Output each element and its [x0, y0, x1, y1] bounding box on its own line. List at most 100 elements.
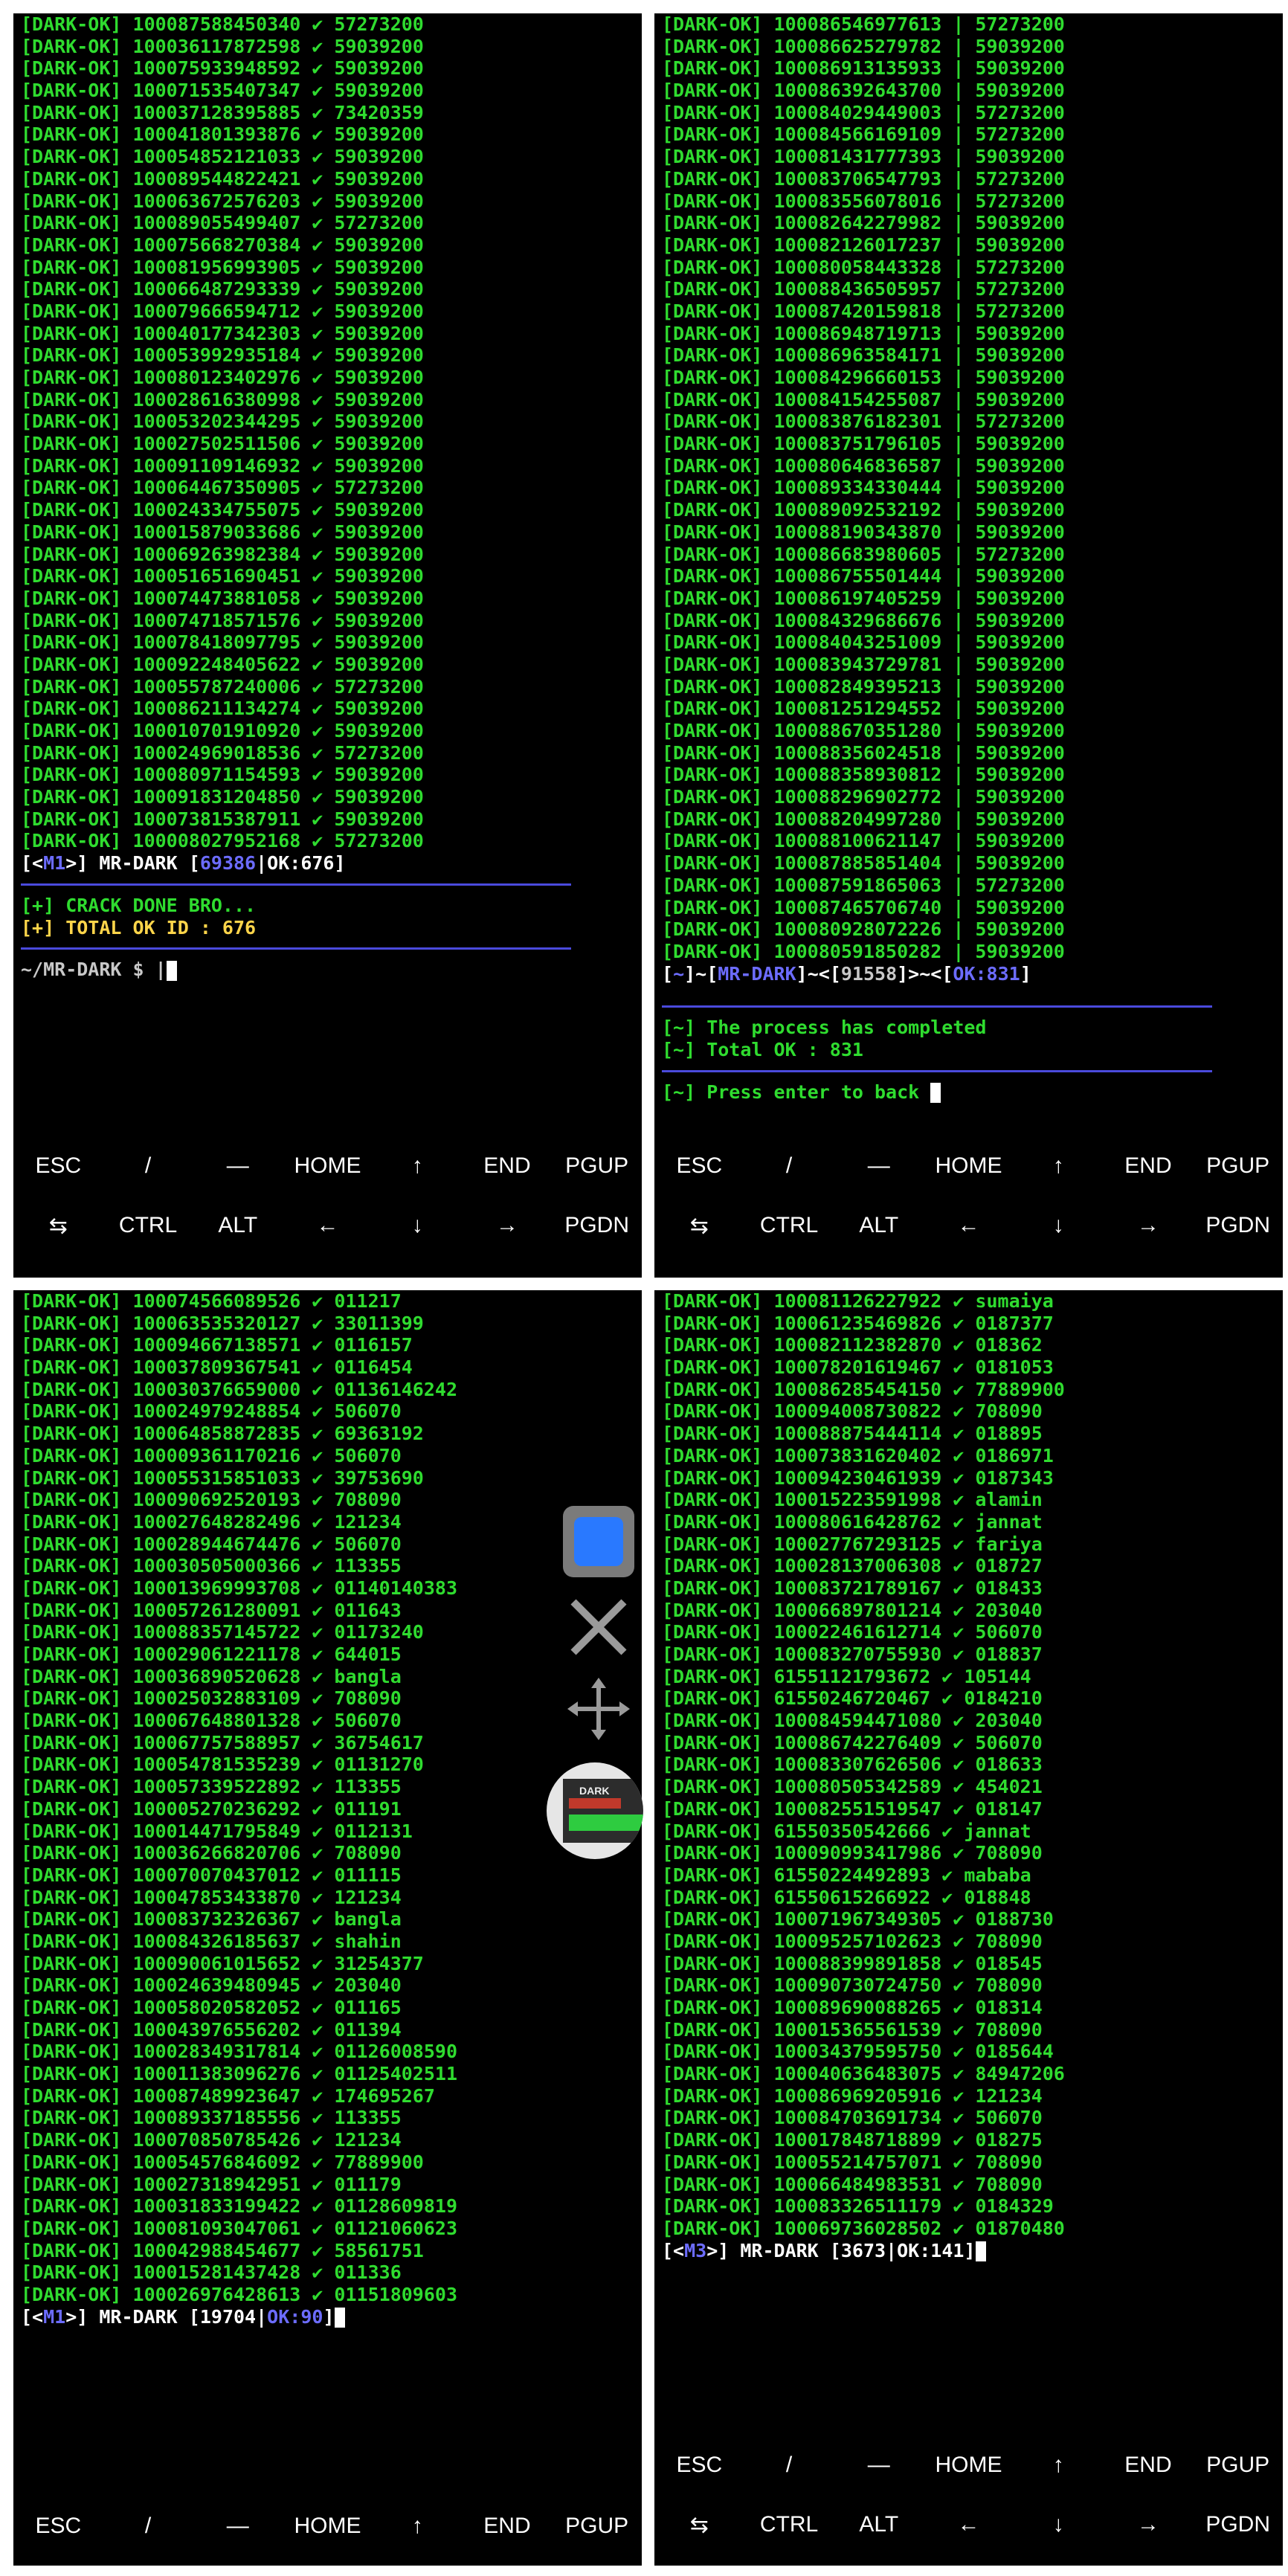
status-pipe: |	[256, 852, 268, 875]
key-symbol[interactable]: →	[1104, 1213, 1194, 1238]
cursor	[334, 2308, 345, 2328]
key-symbol[interactable]: /	[744, 2453, 834, 2478]
key-symbol[interactable]: ↑	[1014, 1153, 1104, 1179]
key-home[interactable]: HOME	[924, 2453, 1014, 2478]
move-icon[interactable]	[563, 1673, 634, 1745]
key-home[interactable]: HOME	[924, 1153, 1014, 1179]
log-line: [DARK-OK] 100037128395885 ✔ 73420359	[21, 101, 424, 123]
terminal-window-1[interactable]: [DARK-OK] 100087588450340 ✔ 57273200 [DAR…	[13, 13, 642, 1278]
key-ctrl[interactable]: CTRL	[103, 1213, 193, 1238]
key-symbol[interactable]: →	[463, 1213, 553, 1238]
key-end[interactable]: END	[463, 2514, 553, 2539]
log-line: [DARK-OK] 100083732326367 ✔ bangla	[21, 1908, 402, 1931]
key-symbol[interactable]: —	[193, 2514, 283, 2539]
key-symbol[interactable]: ←	[924, 1213, 1014, 1238]
key-symbol[interactable]: /	[103, 2514, 193, 2539]
log-line: [DARK-OK] 100092248405622 ✔ 59039200	[21, 653, 424, 675]
log-line: [DARK-OK] 100084029449003 | 57273200	[662, 101, 1065, 123]
log-line: [DARK-OK] 61550615266922 ✔ 018848	[662, 1886, 1031, 1908]
log-line: [DARK-OK] 100084043251009 | 59039200	[662, 631, 1065, 654]
key-end[interactable]: END	[463, 1153, 553, 1179]
log-line: [DARK-OK] 100066484983531 ✔ 708090	[662, 2173, 1043, 2195]
key-pgdn[interactable]: PGDN	[552, 1213, 642, 1238]
log-line: [DARK-OK] 100027502511506 ✔ 59039200	[21, 433, 424, 455]
key-alt[interactable]: ALT	[193, 1213, 283, 1238]
press-enter-prompt[interactable]: [~] Press enter to back	[662, 1081, 1283, 1104]
key-esc[interactable]: ESC	[13, 2514, 103, 2539]
key-esc[interactable]: ESC	[654, 2453, 744, 2478]
key-pgdn[interactable]: PGDN	[1193, 1213, 1283, 1238]
key-pgdn[interactable]: PGDN	[1193, 2512, 1283, 2537]
log-line: [DARK-OK] 100058020582052 ✔ 011165	[21, 1997, 402, 2018]
key-ctrl[interactable]: CTRL	[744, 1213, 834, 1238]
key-symbol[interactable]: /	[103, 1153, 193, 1179]
terminal-window-2[interactable]: [DARK-OK] 100086546977613 | 57273200 [DAR…	[654, 13, 1283, 1278]
key-pgup[interactable]: PGUP	[552, 1153, 642, 1179]
key-home[interactable]: HOME	[283, 2514, 373, 2539]
key-symbol[interactable]: ⇆	[654, 2512, 744, 2538]
log-line: [DARK-OK] 100042988454677 ✔ 58561751	[21, 2239, 424, 2261]
log-line: [DARK-OK] 100091109146932 ✔ 59039200	[21, 454, 424, 477]
key-symbol[interactable]: —	[834, 1153, 924, 1179]
log-line: [DARK-OK] 100073815387911 ✔ 59039200	[21, 808, 424, 830]
log-line: [DARK-OK] 100030505000366 ✔ 113355	[21, 1555, 402, 1577]
key-end[interactable]: END	[1104, 1153, 1194, 1179]
key-symbol[interactable]: ↓	[373, 1213, 463, 1238]
floating-window-button[interactable]	[563, 1506, 634, 1577]
status-count: 69386	[199, 852, 257, 875]
shell-prompt[interactable]: ~/MR-DARK $ |	[21, 959, 642, 981]
key-esc[interactable]: ESC	[654, 1153, 744, 1179]
status-method: M1	[43, 852, 66, 875]
log-line: [DARK-OK] 100067648801328 ✔ 506070	[21, 1710, 402, 1732]
log-line: [DARK-OK] 100083326511179 ✔ 0184329	[662, 2195, 1054, 2218]
key-symbol[interactable]: ⇆	[13, 1213, 103, 1239]
log-line: [DARK-OK] 100027767293125 ✔ fariya	[662, 1533, 1043, 1555]
key-esc[interactable]: ESC	[13, 1153, 103, 1179]
total-ok-message: [+] TOTAL OK ID : 676	[21, 916, 257, 938]
key-pgup[interactable]: PGUP	[1193, 1153, 1283, 1179]
log-line: [DARK-OK] 100071967349305 ✔ 0188730	[662, 1908, 1054, 1931]
log-line: [DARK-OK] 100088357145722 ✔ 01173240	[21, 1621, 424, 1643]
app-thumbnail-bubble[interactable]: DARK	[547, 1762, 643, 1859]
close-icon[interactable]	[563, 1591, 634, 1663]
status-ok-count: OK:90	[267, 2305, 323, 2328]
key-symbol[interactable]: ↓	[1014, 1213, 1104, 1238]
terminal-window-3[interactable]: [DARK-OK] 100074566089526 ✔ 011217 [DARK-…	[13, 1290, 642, 2566]
key-symbol[interactable]: ↑	[373, 1153, 463, 1179]
key-symbol[interactable]: —	[193, 1153, 283, 1179]
key-end[interactable]: END	[1104, 2453, 1194, 2478]
terminal-window-4[interactable]: [DARK-OK] 100081126227922 ✔ sumaiya [DARK…	[654, 1290, 1283, 2566]
key-symbol[interactable]: ↓	[1014, 2512, 1104, 2537]
log-line: [DARK-OK] 100057261280091 ✔ 011643	[21, 1599, 402, 1621]
log-line: [DARK-OK] 100040636483075 ✔ 84947206	[662, 2063, 1065, 2085]
status-bracket: [<	[662, 2239, 685, 2261]
log-line: [DARK-OK] 100086742276409 ✔ 506070	[662, 1731, 1043, 1754]
key-symbol[interactable]: ⇆	[654, 1213, 744, 1239]
log-line: [DARK-OK] 100080058443328 | 57273200	[662, 256, 1065, 278]
key-ctrl[interactable]: CTRL	[744, 2512, 834, 2537]
key-alt[interactable]: ALT	[834, 1213, 924, 1238]
log-line: [DARK-OK] 100090692520193 ✔ 708090	[21, 1489, 402, 1511]
log-line: [DARK-OK] 100026976428613 ✔ 01151809603	[21, 2283, 457, 2305]
key-symbol[interactable]: ←	[283, 1213, 373, 1238]
key-symbol[interactable]: —	[834, 2453, 924, 2478]
key-symbol[interactable]: →	[1104, 2512, 1194, 2537]
key-symbol[interactable]: ←	[924, 2512, 1014, 2537]
log-line: [DARK-OK] 100086913135933 | 59039200	[662, 57, 1065, 80]
key-pgup[interactable]: PGUP	[552, 2514, 642, 2539]
extra-keys-row: ESC / — HOME ↑ END PGUP	[13, 1136, 642, 1196]
log-line: [DARK-OK] 100081093047061 ✔ 01121060623	[21, 2217, 457, 2239]
key-symbol[interactable]: ↑	[373, 2514, 463, 2539]
log-line: [DARK-OK] 100088436505957 | 57273200	[662, 278, 1065, 300]
key-home[interactable]: HOME	[283, 1153, 373, 1179]
status-line: [<M1>] MR-DARK [69386|OK:676]	[21, 852, 642, 875]
log-line: [DARK-OK] 100094230461939 ✔ 0187343	[662, 1466, 1054, 1489]
extra-keys-bar-2: ESC / — HOME ↑ END PGUP ⇆ CTRL ALT ← ↓ → PGDN	[654, 1136, 1283, 1255]
key-symbol[interactable]: /	[744, 1153, 834, 1179]
key-alt[interactable]: ALT	[834, 2512, 924, 2537]
log-line: [DARK-OK] 100082849395213 | 59039200	[662, 675, 1065, 698]
log-line: [DARK-OK] 100084703691734 ✔ 506070	[662, 2107, 1043, 2129]
log-line: [DARK-OK] 61550350542666 ✔ jannat	[662, 1820, 1031, 1842]
key-pgup[interactable]: PGUP	[1193, 2453, 1283, 2478]
key-symbol[interactable]: ↑	[1014, 2453, 1104, 2478]
